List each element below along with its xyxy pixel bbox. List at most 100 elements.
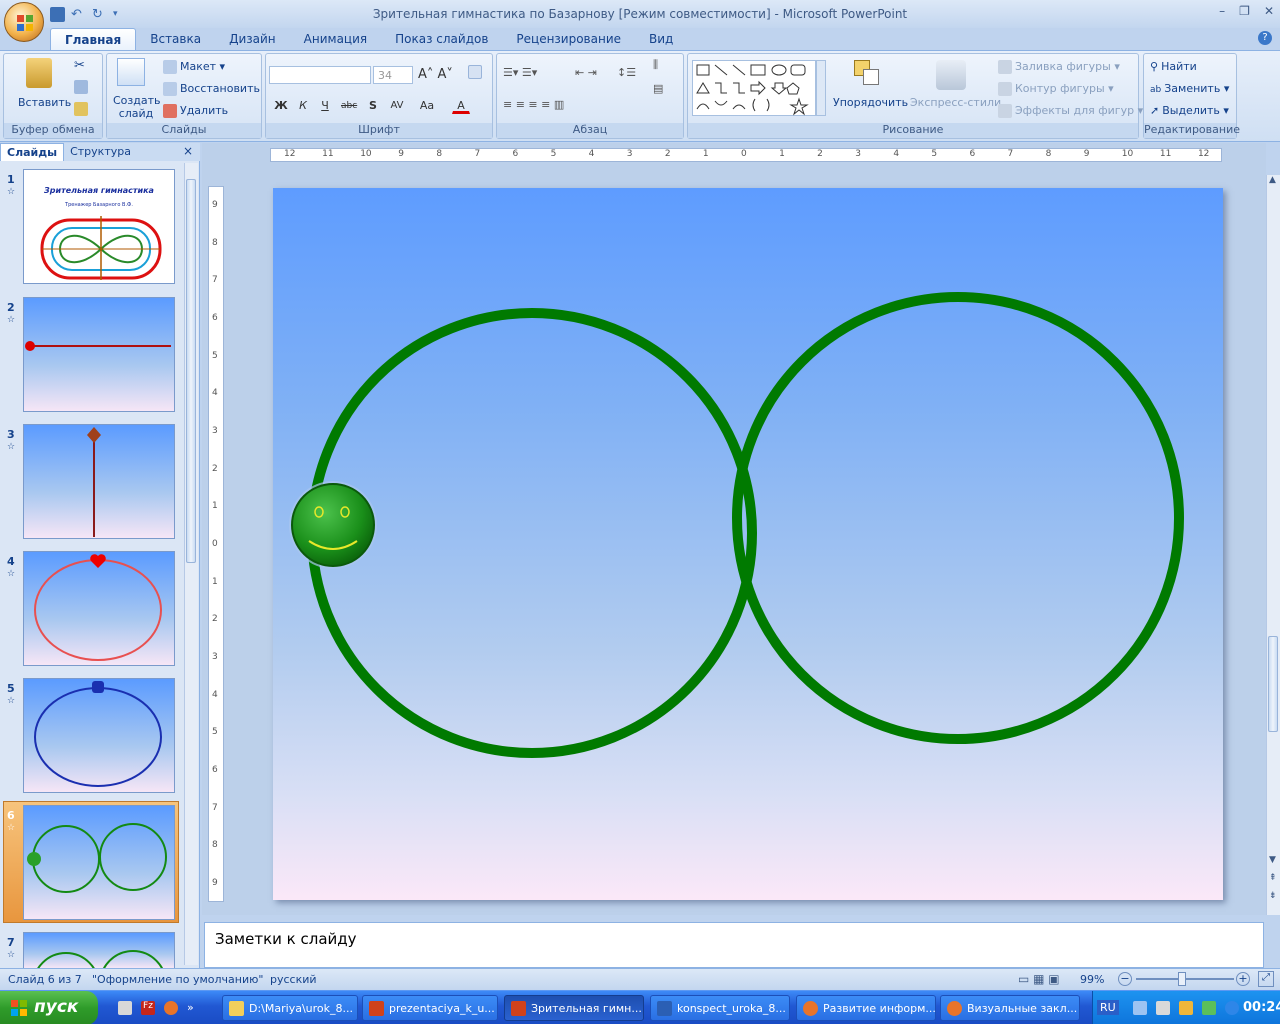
grow-font-icon[interactable]: A˄ A˅ [418,67,453,82]
language-indicator[interactable]: русский [270,973,317,986]
format-painter-icon[interactable] [74,102,91,116]
slides-pane-scroll-thumb[interactable] [186,179,196,563]
slide-thumbnail-3[interactable] [23,424,175,539]
right-circle[interactable] [732,292,1184,744]
theme-name: "Оформление по умолчанию" [92,973,264,986]
tab-view[interactable]: Вид [635,28,687,50]
layout-button[interactable]: Макет ▾ [163,60,225,74]
slide-scrollbar[interactable]: ▲ ▼ ⇞ ⇟ [1266,175,1280,915]
scroll-up-icon[interactable]: ▲ [1269,175,1276,185]
bold-icon[interactable]: Ж [272,96,290,114]
close-pane-icon[interactable]: × [183,144,193,158]
taskbar-item-word[interactable]: konspect_uroka_8... [650,995,790,1021]
redo-icon[interactable]: ↻ [92,7,107,22]
customize-toolbar-icon[interactable]: ▾ [113,7,128,22]
zoom-in-icon[interactable]: + [1236,972,1250,986]
notes-field[interactable]: Заметки к слайду [204,922,1264,968]
filezilla-icon[interactable]: Fz [141,1001,155,1015]
save-icon[interactable] [50,6,65,22]
tab-design[interactable]: Дизайн [215,28,290,50]
security-icon[interactable] [1179,1001,1193,1015]
copy-icon[interactable] [74,80,91,94]
font-size-select[interactable]: 34 [373,66,413,84]
scroll-down-icon[interactable]: ▼ [1269,855,1276,865]
firefox-icon[interactable] [164,1001,178,1015]
network-icon[interactable] [1133,1001,1147,1015]
cut-icon[interactable]: ✂ [74,58,85,73]
underline-icon[interactable]: Ч [316,96,334,114]
office-button[interactable] [4,2,44,42]
tab-slides-pane[interactable]: Слайды [0,143,65,161]
taskbar-item-folder[interactable]: D:\Mariya\urok_8... [222,995,358,1021]
shape-outline-button[interactable]: Контур фигуры ▾ [998,82,1114,96]
shapes-gallery[interactable] [692,60,816,116]
undo-icon[interactable]: ↶ [71,7,86,22]
restore-icon[interactable]: ❐ [1239,4,1250,18]
help-icon[interactable]: ? [1258,31,1272,45]
taskbar-item-presentation[interactable]: prezentaciya_k_u... [362,995,498,1021]
update-icon[interactable] [1202,1001,1216,1015]
taskbar-item-browser-1[interactable]: Развитие информ... [796,995,936,1021]
shape-effects-button[interactable]: Эффекты для фигур ▾ [998,104,1143,118]
taskbar-item-browser-2[interactable]: Визуальные закл... [940,995,1080,1021]
taskbar-item-active[interactable]: Зрительная гимн... [504,995,644,1021]
slide-thumbnail-1[interactable]: Зрительная гимнастика Тренажер Базарного… [23,169,175,284]
replace-button[interactable]: ab Заменить ▾ [1150,82,1229,95]
slide-thumbnail-6[interactable] [23,805,175,920]
zoom-out-icon[interactable]: − [1118,972,1132,986]
minimize-icon[interactable]: – [1219,4,1225,18]
quick-styles-button[interactable]: Экспресс-стили [910,96,1001,109]
tab-home[interactable]: Главная [50,28,137,50]
printer-icon[interactable] [1156,1001,1170,1015]
view-buttons[interactable]: ▭ ▦ ▣ [1018,972,1060,986]
reset-button[interactable]: Восстановить [163,82,260,96]
tab-slideshow[interactable]: Показ слайдов [381,28,502,50]
shape-fill-button[interactable]: Заливка фигуры ▾ [998,60,1120,74]
ruler-tick-label: 5 [931,149,938,159]
font-color-icon[interactable]: A [452,96,470,114]
select-button[interactable]: ➚ Выделить ▾ [1150,104,1229,117]
slide-thumbnail-7[interactable] [23,932,175,969]
left-circle[interactable] [307,308,757,758]
zoom-slider-thumb[interactable] [1178,972,1186,986]
align-text-icon[interactable]: ▤ [653,82,663,95]
clear-format-icon[interactable] [468,65,485,79]
text-direction-icon[interactable]: ⫼ [653,58,658,72]
find-button[interactable]: ⚲ Найти [1150,60,1197,73]
tab-outline-pane[interactable]: Структура [64,143,137,161]
slide-canvas[interactable] [273,188,1223,900]
strikethrough-icon[interactable]: abc [340,96,358,114]
font-name-select[interactable] [269,66,371,84]
line-spacing-icon[interactable]: ↕☰ [617,66,636,79]
tab-review[interactable]: Рецензирование [502,28,635,50]
more-icon[interactable]: » [187,1001,194,1015]
start-button[interactable]: пуск [0,991,98,1024]
arrange-button[interactable]: Упорядочить [833,96,908,109]
shapes-scroll[interactable] [816,60,826,116]
shadow-icon[interactable]: S [364,96,382,114]
delete-slide-button[interactable]: Удалить [163,104,228,118]
smiley-icon[interactable] [289,481,377,569]
close-icon[interactable]: ✕ [1264,4,1274,18]
slide-thumbnail-2[interactable] [23,297,175,412]
zoom-level[interactable]: 99% [1080,973,1104,986]
tab-animation[interactable]: Анимация [290,28,381,50]
indent-icon[interactable]: ⇤ ⇥ [575,66,597,79]
italic-icon[interactable]: К [294,96,312,114]
language-bar[interactable]: RU [1097,1000,1119,1015]
paste-button[interactable]: Вставить [18,96,71,109]
align-icons[interactable]: ≡ ≡ ≡ ≡ ▥ [503,98,564,111]
bullets-icon[interactable]: ☰▾ ☰▾ [503,66,537,79]
slide-thumbnail-5[interactable] [23,678,175,793]
desktop-icon[interactable] [118,1001,132,1015]
tab-insert[interactable]: Вставка [136,28,215,50]
spacing-icon[interactable]: AV [388,96,406,114]
fit-to-window-icon[interactable]: ⤢ [1258,971,1274,987]
skype-icon[interactable] [1225,1001,1239,1015]
change-case-icon[interactable]: Aa [418,96,436,114]
slide-scroll-thumb[interactable] [1268,636,1278,732]
previous-slide-icon[interactable]: ⇞ [1269,873,1277,883]
slide-thumbnail-4[interactable] [23,551,175,666]
new-slide-button[interactable]: Создать слайд [113,94,161,120]
next-slide-icon[interactable]: ⇟ [1269,891,1277,901]
